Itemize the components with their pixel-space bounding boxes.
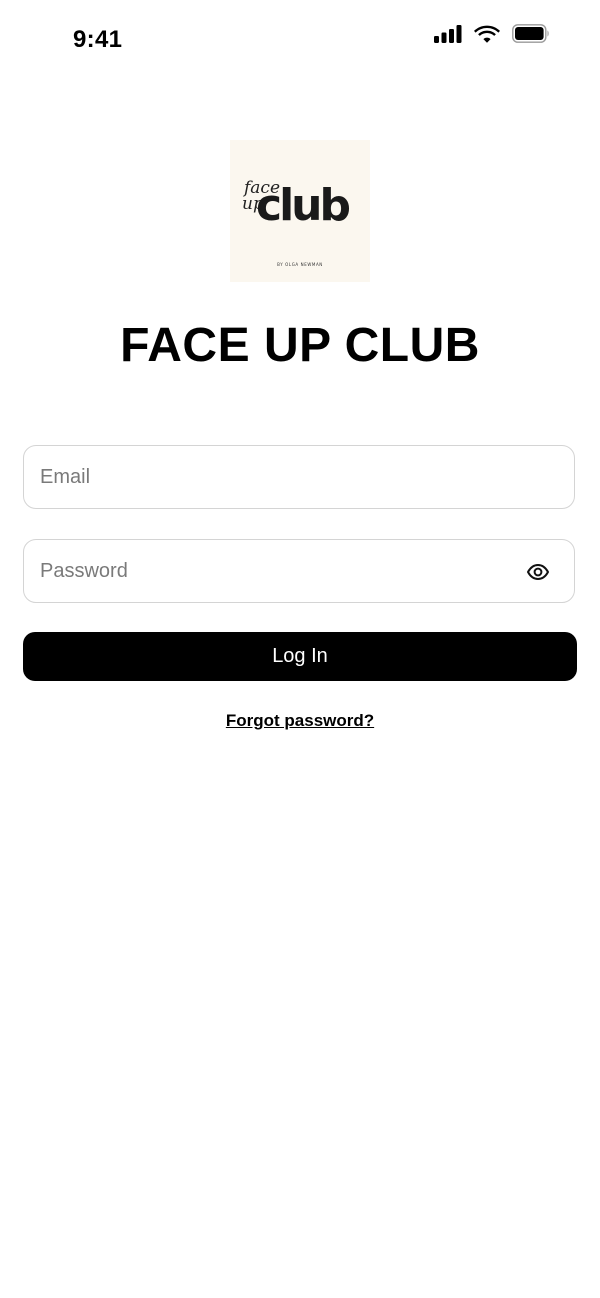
wifi-icon <box>474 25 500 43</box>
toggle-password-visibility-button[interactable] <box>526 560 550 584</box>
password-input[interactable] <box>40 540 520 602</box>
email-input[interactable] <box>40 446 520 508</box>
status-bar: 9:41 <box>0 0 600 80</box>
logo-wordmark: club <box>256 180 351 231</box>
password-field[interactable] <box>23 539 575 603</box>
eye-icon <box>527 564 549 580</box>
status-time: 9:41 <box>73 26 123 53</box>
email-field[interactable] <box>23 445 575 509</box>
login-button[interactable]: Log In <box>23 632 577 681</box>
forgot-password-link[interactable]: Forgot password? <box>0 711 600 731</box>
status-icons <box>434 24 550 43</box>
app-title: FACE UP CLUB <box>120 319 480 372</box>
cellular-signal-icon <box>434 24 462 43</box>
logo-byline: BY OLGA NEWMAN <box>277 262 323 267</box>
brand-logo: face up club BY OLGA NEWMAN <box>230 140 370 282</box>
battery-icon <box>512 24 549 43</box>
